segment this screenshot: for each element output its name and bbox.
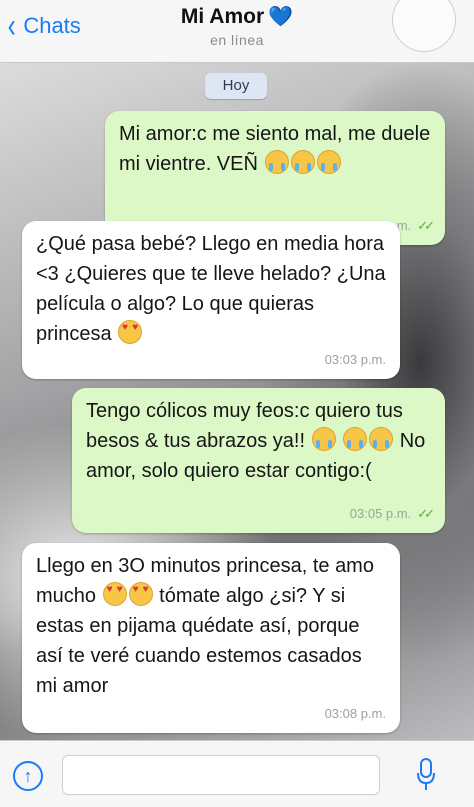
- message-time: 03:03 p.m.: [324, 352, 386, 367]
- crying-face-icon: [290, 150, 315, 174]
- double-check-icon: ✓✓: [417, 218, 435, 233]
- chat-area[interactable]: Hoy Mi amor:c me siento mal, me duele mi…: [0, 63, 474, 740]
- heart-eyes-icon: [102, 582, 127, 606]
- message-time: 03:05 p.m.: [349, 506, 412, 521]
- message-bubble-incoming[interactable]: ¿Qué pasa bebé? Llego en media hora <3 ¿…: [22, 221, 400, 379]
- message-bubble-incoming[interactable]: Llego en 3O minutos princesa, te amo muc…: [22, 543, 400, 733]
- message-meta: 03:08 p.m.: [325, 699, 386, 729]
- message-meta: 03:03 p.m.: [325, 345, 386, 375]
- crying-face-icon: [316, 150, 341, 174]
- heart-eyes-icon: [128, 582, 153, 606]
- message-meta: 03:05 p.m. ✓✓: [349, 499, 435, 529]
- crying-face-icon: [264, 150, 289, 174]
- heart-eyes-icon: [118, 320, 143, 344]
- chat-header: ‹ Chats Mi Amor 💙 en línea: [0, 0, 474, 63]
- message-bubble-outgoing[interactable]: Tengo cólicos muy feos:c quiero tus beso…: [72, 388, 445, 533]
- upload-icon[interactable]: ↑: [13, 761, 43, 791]
- crying-face-icon: [311, 427, 336, 451]
- contact-name: Mi Amor: [180, 5, 265, 28]
- double-check-icon: ✓✓: [417, 506, 435, 521]
- message-text: ¿Qué pasa bebé? Llego en media hora <3 ¿…: [36, 233, 386, 345]
- crying-face-icon: [369, 427, 394, 451]
- crying-face-icon: [343, 427, 368, 451]
- day-badge: Hoy: [205, 73, 267, 99]
- message-input[interactable]: [62, 755, 380, 795]
- heart-icon: 💙: [268, 6, 294, 28]
- microphone-icon[interactable]: [416, 757, 436, 793]
- input-bar: ↑: [0, 740, 474, 807]
- message-time: 03:08 p.m.: [324, 706, 386, 721]
